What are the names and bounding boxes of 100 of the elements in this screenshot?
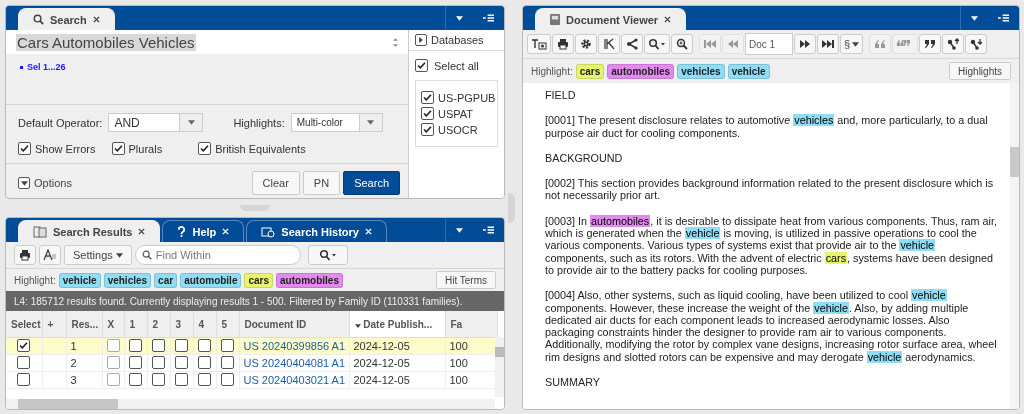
highlight-term[interactable]: vehicles [103,272,152,288]
scrollbar[interactable] [6,399,495,409]
query-field[interactable]: Cars Automobiles Vehicles [6,30,408,54]
column-header[interactable]: 2 [147,311,170,338]
checkbox[interactable] [415,59,428,72]
checkbox[interactable] [221,338,234,352]
print-button[interactable] [14,245,36,265]
panel-tab[interactable]: Search Results [18,220,161,242]
operator-select[interactable]: AND [108,113,204,132]
toolbar-button[interactable] [919,34,942,54]
highlight-term[interactable]: car [154,272,178,288]
menu-icon[interactable] [483,225,494,235]
close-icon[interactable] [92,16,100,23]
toolbar-button[interactable] [575,34,597,54]
toolbar-button[interactable] [621,34,643,54]
menu-icon[interactable] [483,13,494,23]
checkbox[interactable] [421,123,434,136]
checkbox[interactable] [111,142,125,155]
scrollbar[interactable] [1010,83,1019,409]
action-button[interactable]: PN [302,171,341,195]
checkbox[interactable] [421,107,434,120]
document-number-field[interactable]: Doc 1 [745,33,793,55]
column-header[interactable]: Res... [66,311,102,338]
font-size-button[interactable] [39,245,61,265]
highlights-select[interactable]: Multi-color [290,113,383,132]
checkbox[interactable] [152,338,165,352]
toolbar-button[interactable] [942,34,965,54]
checkbox[interactable] [198,372,211,386]
dropdown-icon [971,15,978,21]
checkbox[interactable] [175,355,188,369]
column-header[interactable]: 5 [216,311,239,338]
column-header[interactable]: 3 [170,311,193,338]
highlight-term[interactable]: vehicles [677,63,725,79]
set-link[interactable]: Sel 1...26 [27,62,66,72]
highlight-term[interactable]: vehicle [58,272,101,288]
close-icon[interactable] [664,16,672,23]
find-within-field[interactable]: Find Within [134,245,301,265]
toolbar-button[interactable] [817,34,839,54]
action-button[interactable]: Clear [251,171,300,195]
checkbox[interactable] [152,355,165,369]
hit-terms-button[interactable]: Hit Terms [435,271,496,289]
panel-tab[interactable]: Help [162,220,245,242]
highlight-term[interactable]: automobile [180,272,242,288]
highlight-term[interactable]: automobiles [276,272,343,288]
document-link[interactable]: US 20240403021 A1 [243,374,346,386]
checkbox[interactable] [421,91,434,104]
checkbox[interactable] [221,372,234,386]
checkbox[interactable] [129,372,142,386]
checkbox[interactable] [175,372,188,386]
result-row[interactable]: 2 US 20240404081 A1 2024-12-05 100 [6,354,497,372]
column-header[interactable]: Document ID [239,311,349,338]
checkbox[interactable] [152,372,165,386]
highlight-term[interactable]: automobiles [607,63,675,79]
checkbox[interactable] [106,372,120,386]
scrollbar[interactable] [495,337,504,397]
result-row[interactable]: 1 US 20240399856 A1 2024-12-05 100 [6,337,497,355]
column-header[interactable]: 1 [124,311,147,338]
highlight-term[interactable]: cars [244,272,274,288]
checkbox[interactable] [106,338,120,352]
document-link[interactable]: US 20240404081 A1 [243,357,346,369]
column-header[interactable]: Fa [445,311,497,338]
close-icon[interactable] [138,228,146,235]
section-menu-button[interactable]: § [840,34,864,54]
checkbox[interactable] [221,355,234,369]
highlight-term[interactable]: cars [575,63,605,79]
checkbox[interactable] [18,142,31,155]
options-toggle[interactable]: Options [18,177,72,189]
highlight-term[interactable]: vehicle [727,63,770,79]
checkbox[interactable] [17,338,31,352]
column-header[interactable]: Date Publish... [349,311,445,338]
checkbox[interactable] [198,142,212,155]
checkbox[interactable] [129,355,142,369]
toolbar-button[interactable] [598,34,620,54]
checkbox[interactable] [198,338,211,352]
toolbar-button[interactable] [965,34,988,54]
column-header[interactable]: X [102,311,124,338]
column-header[interactable]: + [42,311,66,338]
document-viewer-tab[interactable]: Document Viewer [535,8,687,30]
checkbox[interactable] [17,372,31,386]
toolbar-button[interactable] [671,34,693,54]
column-header[interactable]: 4 [193,311,216,338]
checkbox[interactable] [129,338,142,352]
checkbox[interactable] [17,355,31,369]
menu-icon[interactable] [998,13,1009,23]
search-tab[interactable]: Search [18,8,115,30]
toolbar-button[interactable] [644,34,670,54]
toolbar-button[interactable] [527,34,551,54]
search-button[interactable]: Search [343,171,400,195]
toolbar-button[interactable] [552,34,574,54]
checkbox[interactable] [198,355,211,369]
panel-tab[interactable]: Search History [246,220,387,242]
highlights-button[interactable]: Highlights [949,62,1011,80]
checkbox[interactable] [106,355,120,369]
search-options-button[interactable] [307,245,348,265]
result-row[interactable]: 3 US 20240403021 A1 2024-12-05 100 [6,371,497,389]
column-header[interactable]: Select [6,311,42,338]
checkbox[interactable] [175,338,188,352]
toolbar-button[interactable] [794,34,816,54]
settings-dropdown[interactable]: Settings [64,245,132,265]
expand-icon[interactable] [415,34,427,46]
